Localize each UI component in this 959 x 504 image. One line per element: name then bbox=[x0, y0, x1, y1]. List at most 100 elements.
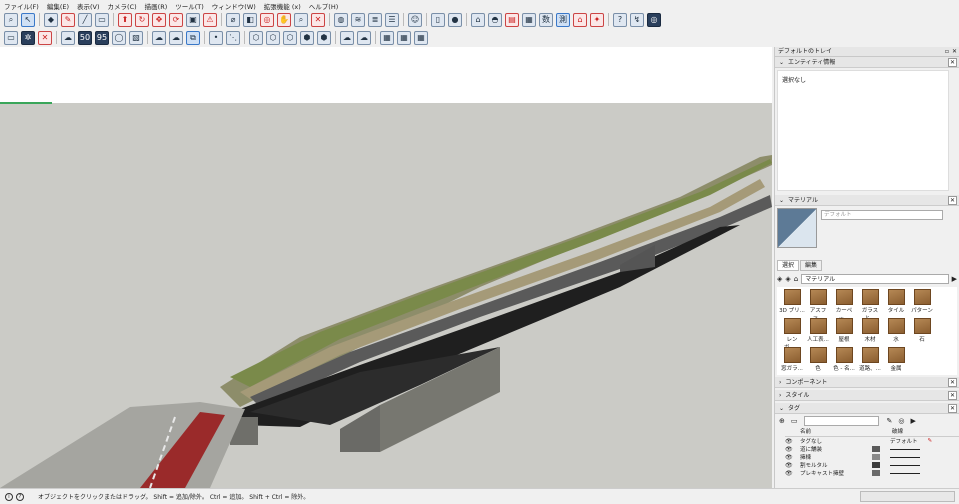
tag-color[interactable] bbox=[872, 454, 880, 460]
visibility-eye-icon[interactable]: 👁 bbox=[785, 454, 797, 461]
kanji-measure-icon[interactable]: 測 bbox=[556, 12, 570, 27]
close-circle-icon[interactable]: ✕ bbox=[38, 30, 52, 45]
gear-icon[interactable]: ✲ bbox=[21, 30, 35, 45]
color-icon[interactable]: ◎ bbox=[898, 417, 904, 425]
fifty-icon[interactable]: 50 bbox=[78, 30, 92, 45]
cloud-select-icon[interactable]: ⧉ bbox=[186, 30, 200, 45]
cloud2-icon[interactable]: ☁ bbox=[340, 30, 354, 45]
material-folder[interactable]: 窓ガラ... bbox=[779, 347, 805, 374]
dotted-line-icon[interactable]: ⋱ bbox=[226, 30, 240, 45]
pencil-icon[interactable]: ✎ bbox=[887, 417, 893, 425]
eraser-icon[interactable]: ◆ bbox=[44, 12, 58, 27]
material-tab[interactable]: 編集 bbox=[800, 260, 823, 271]
material-folder[interactable]: パターン bbox=[909, 289, 935, 316]
measure-icon[interactable]: ▦ bbox=[522, 12, 536, 27]
zoom-extents-icon[interactable]: ✕ bbox=[311, 12, 325, 27]
cloud-icon[interactable]: ☁ bbox=[152, 30, 166, 45]
document-icon[interactable]: ▯ bbox=[431, 12, 445, 27]
select-icon[interactable]: ↖ bbox=[21, 12, 35, 27]
layers-icon[interactable]: ≋ bbox=[351, 12, 365, 27]
menu-item[interactable]: ウィンドウ(W) bbox=[212, 1, 256, 11]
ninety-five-icon[interactable]: 95 bbox=[95, 30, 109, 45]
material-folder[interactable]: 色 bbox=[805, 347, 831, 374]
badge-icon[interactable]: ✦ bbox=[590, 12, 604, 27]
tag-color[interactable] bbox=[872, 446, 880, 452]
rectangle-icon[interactable]: ▭ bbox=[95, 12, 109, 27]
tag-color[interactable] bbox=[872, 470, 880, 476]
menu-item[interactable]: 描画(R) bbox=[145, 1, 168, 11]
forward-icon[interactable]: ◈ bbox=[785, 275, 790, 283]
tag-row[interactable]: 👁 タグなし デフォルト ✎ bbox=[785, 437, 959, 446]
tag-row[interactable]: 👁 プレキャスト擁壁 bbox=[785, 469, 959, 477]
hexagon-3-icon[interactable]: ⬡ bbox=[283, 30, 297, 45]
cube-icon[interactable]: ⬢ bbox=[300, 30, 314, 45]
material-header[interactable]: ⌄ マテリアル ✕ bbox=[775, 195, 959, 206]
menu-item[interactable]: 編集(E) bbox=[47, 1, 69, 11]
push-pull-icon[interactable]: ⬆ bbox=[118, 12, 132, 27]
3d-viewport[interactable] bbox=[0, 47, 772, 489]
cloud3-icon[interactable]: ☁ bbox=[357, 30, 371, 45]
tag-row[interactable]: 👁 割モルタル bbox=[785, 461, 959, 469]
rotate-icon[interactable]: ↻ bbox=[135, 12, 149, 27]
close-icon[interactable]: ✕ bbox=[948, 58, 957, 67]
tag-color[interactable] bbox=[872, 438, 880, 444]
circle-icon[interactable]: ◯ bbox=[112, 30, 126, 45]
material-folder[interactable]: ガラスと... bbox=[857, 289, 883, 322]
dash-line[interactable] bbox=[890, 472, 920, 474]
search-icon[interactable]: ⌕ bbox=[4, 12, 18, 27]
details-icon[interactable]: ▶ bbox=[952, 275, 957, 283]
app-logo-icon[interactable]: ◎ bbox=[647, 12, 661, 27]
visibility-eye-icon[interactable]: 👁 bbox=[785, 462, 797, 469]
grid-3-icon[interactable]: ▦ bbox=[414, 30, 428, 45]
material-folder[interactable]: タイル bbox=[883, 289, 909, 316]
material-folder[interactable]: 色 - 名... bbox=[831, 347, 857, 374]
styles-header[interactable]: › スタイル ✕ bbox=[775, 390, 959, 401]
tag-dash[interactable]: デフォルト bbox=[890, 437, 918, 445]
menu-item[interactable]: ヘルプ(H) bbox=[309, 1, 338, 11]
material-library-select[interactable]: マテリアル bbox=[801, 274, 949, 284]
back-icon[interactable]: ◈ bbox=[777, 275, 782, 283]
section-icon[interactable]: ≣ bbox=[368, 12, 382, 27]
close-icon[interactable]: ✕ bbox=[948, 378, 957, 387]
material-name-input[interactable]: デフォルト bbox=[821, 210, 943, 220]
orbit-icon[interactable]: ◎ bbox=[260, 12, 274, 27]
material-folder[interactable]: アスファ... bbox=[805, 289, 831, 322]
dash-line[interactable] bbox=[890, 456, 920, 458]
close-icon[interactable]: ✕ bbox=[948, 391, 957, 400]
close-icon[interactable]: ✕ bbox=[948, 196, 957, 205]
add-folder-icon[interactable]: ▭ bbox=[791, 417, 798, 425]
measurements-box[interactable] bbox=[860, 491, 955, 502]
material-folder[interactable]: 木材 bbox=[857, 318, 883, 345]
cube-2-icon[interactable]: ⬢ bbox=[317, 30, 331, 45]
zoom-icon[interactable]: ⌕ bbox=[294, 12, 308, 27]
person-icon[interactable]: ● bbox=[448, 12, 462, 27]
refresh-icon[interactable]: ⟳ bbox=[169, 12, 183, 27]
warning-icon[interactable]: ⚠ bbox=[203, 12, 217, 27]
dash-line[interactable] bbox=[890, 464, 920, 466]
tool-icon[interactable]: ↯ bbox=[630, 12, 644, 27]
scene[interactable] bbox=[0, 47, 772, 489]
help-icon[interactable]: ? bbox=[613, 12, 627, 27]
pencil-icon[interactable]: ✎ bbox=[928, 438, 933, 444]
material-folder[interactable]: カーペッ... bbox=[831, 289, 857, 322]
tag-row[interactable]: 👁 道に舗装 bbox=[785, 445, 959, 453]
material-folder[interactable]: 金属 bbox=[883, 347, 909, 374]
user-icon[interactable]: ☺ bbox=[408, 12, 422, 27]
help-icon[interactable]: ? bbox=[16, 492, 24, 501]
visibility-eye-icon[interactable]: 👁 bbox=[785, 438, 797, 445]
pencil-icon[interactable]: ✎ bbox=[61, 12, 75, 27]
move-icon[interactable]: ✥ bbox=[152, 12, 166, 27]
info-icon[interactable]: i bbox=[5, 492, 13, 501]
menu-item[interactable]: ツール(T) bbox=[175, 1, 204, 11]
menu-item[interactable]: カメラ(C) bbox=[108, 1, 137, 11]
tags-header[interactable]: ⌄ タグ ✕ bbox=[775, 403, 959, 414]
tag-search-input[interactable] bbox=[803, 416, 879, 426]
dash-line[interactable] bbox=[890, 448, 920, 450]
stack-icon[interactable]: ☰ bbox=[385, 12, 399, 27]
paint-icon[interactable]: ◧ bbox=[243, 12, 257, 27]
save-icon[interactable]: ▤ bbox=[505, 12, 519, 27]
stripes-icon[interactable]: ▧ bbox=[129, 30, 143, 45]
cloud-up-icon[interactable]: ☁ bbox=[169, 30, 183, 45]
material-folder[interactable]: レンガ、... bbox=[779, 318, 805, 351]
menu-item[interactable]: 表示(V) bbox=[77, 1, 100, 11]
